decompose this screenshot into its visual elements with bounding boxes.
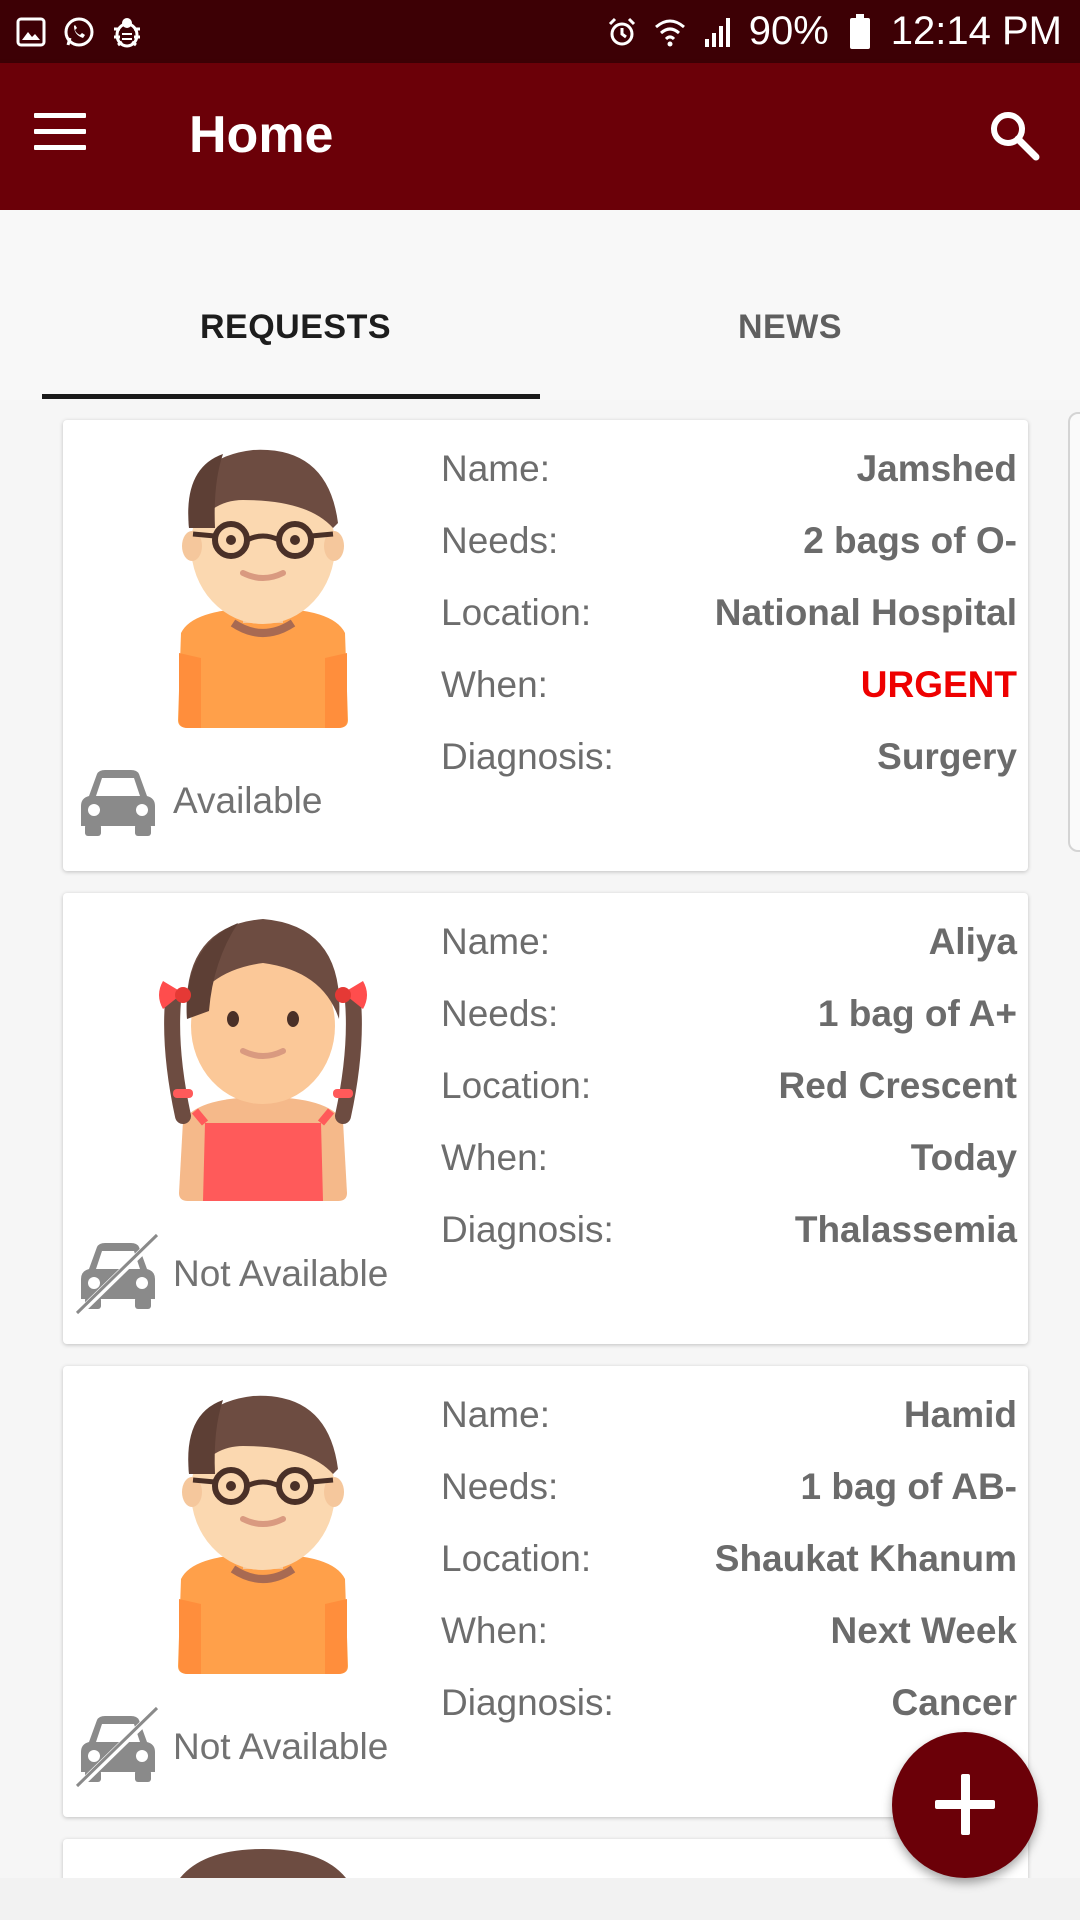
gallery-icon [14, 15, 48, 49]
tab-requests[interactable]: REQUESTS [200, 308, 391, 347]
when-label: When: [441, 664, 548, 705]
battery-icon [843, 13, 877, 49]
name-value: Hamid [903, 1394, 1017, 1435]
tab-bar: REQUESTS NEWS [0, 210, 1080, 400]
request-card[interactable]: Available Name: Jamshed Needs: 2 bags of… [63, 420, 1028, 871]
location-value: National Hospital [714, 592, 1017, 633]
status-bar: 90% 12:14 PM [0, 0, 1080, 63]
app-bar: Home [0, 63, 1080, 210]
add-request-button[interactable] [892, 1732, 1038, 1878]
location-label: Location: [441, 1065, 592, 1106]
request-list[interactable]: Available Name: Jamshed Needs: 2 bags of… [0, 400, 1080, 1878]
needs-label: Needs: [441, 520, 559, 561]
diagnosis-value: Thalassemia [794, 1209, 1017, 1250]
transport-label: Available [173, 780, 323, 821]
when-value: Today [910, 1137, 1017, 1178]
location-value: Shaukat Khanum [714, 1538, 1017, 1579]
when-value: Next Week [830, 1610, 1017, 1651]
needs-label: Needs: [441, 1466, 559, 1507]
transport-status: Available [75, 760, 322, 842]
request-card[interactable] [63, 1839, 1028, 1878]
name-label: Name: [441, 921, 550, 962]
car-crossed-icon [75, 1706, 161, 1788]
diagnosis-label: Diagnosis: [441, 1209, 614, 1250]
when-value: URGENT [860, 664, 1017, 705]
transport-status: Not Available [75, 1706, 388, 1788]
girl-avatar [159, 919, 367, 1201]
needs-value: 2 bags of O- [803, 520, 1017, 561]
name-label: Name: [441, 1394, 550, 1435]
needs-label: Needs: [441, 993, 559, 1034]
battery-percent: 90% [748, 9, 829, 53]
diagnosis-value: Surgery [877, 736, 1017, 777]
bug-icon [110, 15, 144, 49]
status-left [14, 15, 144, 49]
boy-avatar [178, 449, 348, 728]
alarm-icon [605, 15, 639, 49]
diagnosis-label: Diagnosis: [441, 736, 614, 777]
transport-label: Not Available [173, 1253, 389, 1294]
search-icon[interactable] [986, 107, 1044, 165]
needs-value: 1 bag of A+ [817, 993, 1017, 1034]
page-title: Home [189, 106, 334, 164]
clock: 12:14 PM [890, 9, 1062, 53]
name-value: Aliya [928, 921, 1017, 962]
screen: 90% 12:14 PM Home REQUESTS NEWS Availabl… [0, 0, 1080, 1920]
plus-icon-vertical [961, 1774, 970, 1835]
signal-icon [701, 15, 735, 49]
name-label: Name: [441, 448, 550, 489]
tab-indicator [42, 394, 540, 399]
when-label: When: [441, 1610, 548, 1651]
bottom-area [0, 1878, 1080, 1920]
diagnosis-value: Cancer [891, 1682, 1017, 1723]
transport-label: Not Available [173, 1726, 389, 1767]
request-card[interactable]: Not Available Name: Hamid Needs: 1 bag o… [63, 1366, 1028, 1817]
request-card[interactable]: Not Available Name: Aliya Needs: 1 bag o… [63, 893, 1028, 1344]
diagnosis-label: Diagnosis: [441, 1682, 614, 1723]
status-right: 90% 12:14 PM [605, 9, 1062, 54]
transport-status: Not Available [75, 1233, 388, 1315]
location-label: Location: [441, 592, 592, 633]
when-label: When: [441, 1137, 548, 1178]
avatar-partial [180, 1849, 346, 1878]
name-value: Jamshed [856, 448, 1017, 489]
whatsapp-icon [62, 15, 96, 49]
location-value: Red Crescent [778, 1065, 1017, 1106]
needs-value: 1 bag of AB- [800, 1466, 1017, 1507]
location-label: Location: [441, 1538, 592, 1579]
car-crossed-icon [75, 1233, 161, 1315]
wifi-icon [653, 15, 687, 49]
hamburger-menu-icon[interactable] [34, 113, 86, 153]
car-icon [81, 770, 155, 836]
boy-avatar [178, 1395, 348, 1674]
tab-news[interactable]: NEWS [738, 308, 842, 347]
